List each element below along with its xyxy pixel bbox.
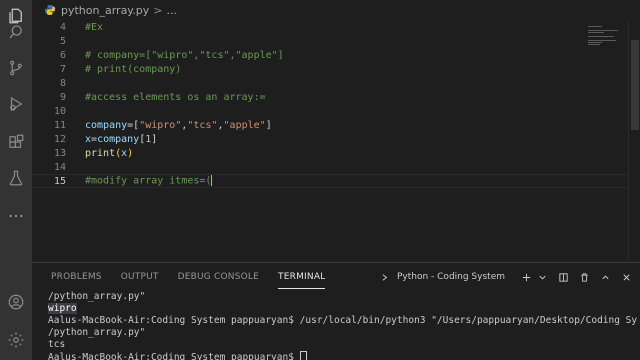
terminal-selector[interactable]: Python - Coding System: [381, 272, 505, 283]
tab-debug-console[interactable]: DEBUG CONSOLE: [178, 263, 259, 291]
chevron-down-icon: [539, 275, 546, 280]
terminal-line: /python_array.py": [48, 291, 146, 302]
code-line: 9 #access elements os an array:=: [32, 90, 628, 104]
close-panel-button[interactable]: [619, 270, 634, 285]
terminal-output[interactable]: /python_array.py" wipro Aalus-MacBook-Air:…: [48, 291, 638, 360]
line-number: 10: [53, 105, 66, 117]
split-terminal-button[interactable]: [556, 270, 571, 285]
kill-terminal-button[interactable]: [577, 270, 592, 285]
line-number: 11: [53, 119, 66, 131]
trash-icon: [581, 272, 588, 282]
line-number: 15: [53, 175, 66, 187]
line-number: 7: [59, 63, 66, 75]
code-text: # company=["wipro","tcs","apple"]: [85, 49, 284, 61]
code-line: 11 company=["wipro","tcs","apple"]: [32, 118, 628, 132]
code-line: 7 # print(company): [32, 62, 628, 76]
line-number: 6: [59, 49, 66, 61]
more-icon[interactable]: [6, 206, 26, 226]
run-debug-icon[interactable]: [6, 94, 26, 114]
code-line: 8: [32, 76, 628, 90]
code-line: 13 print(x): [32, 146, 628, 160]
terminal-python-icon: [382, 273, 388, 281]
new-terminal-button[interactable]: [519, 270, 534, 285]
terminal-line: wipro: [48, 303, 638, 315]
maximize-panel-button[interactable]: [598, 270, 613, 285]
terminal-cursor: [299, 351, 307, 360]
line-number: 13: [53, 147, 66, 159]
tab-terminal[interactable]: TERMINAL: [278, 263, 326, 291]
breadcrumb-symbols[interactable]: ...: [166, 4, 177, 17]
extensions-icon[interactable]: [6, 132, 26, 152]
tab-output[interactable]: OUTPUT: [121, 263, 159, 291]
panel-actions: Python - Coding System: [381, 263, 634, 291]
python-file-icon: [45, 5, 55, 15]
current-code-line: 15 #modify array itmes=(: [32, 174, 628, 188]
breadcrumb-separator: >: [153, 3, 163, 17]
split-icon: [559, 272, 568, 282]
line-number: 4: [59, 21, 66, 33]
code-line: 10: [32, 104, 628, 118]
close-icon: [623, 273, 630, 281]
search-icon[interactable]: [6, 22, 26, 42]
activity-bar: [0, 0, 32, 360]
code-text: x=company[1]: [85, 133, 158, 145]
breadcrumb: python_array.py > ...: [32, 0, 640, 20]
editor-scrollbar[interactable]: [628, 20, 640, 260]
code-text: company=["wipro","tcs","apple"]: [85, 119, 272, 131]
terminal-line: /python_array.py": [48, 327, 146, 338]
code-line: 4 #Ex: [32, 20, 628, 34]
terminal-prompt-line: Aalus-MacBook-Air:Coding System pappuary…: [48, 351, 638, 360]
code-text: # print(company): [85, 63, 182, 75]
code-line: 12 x=company[1]: [32, 132, 628, 146]
code-text: print(x): [85, 147, 134, 159]
line-number: 9: [59, 91, 66, 103]
text-cursor: [211, 175, 213, 187]
breadcrumb-file[interactable]: python_array.py: [61, 4, 149, 17]
settings-gear-icon[interactable]: [6, 330, 26, 350]
code-editor[interactable]: 4 #Ex 5 6 # company=["wipro","tcs","appl…: [32, 20, 628, 260]
code-line: 14: [32, 160, 628, 174]
plus-icon: [522, 273, 531, 281]
code-line: 5: [32, 34, 628, 48]
line-number: 8: [59, 77, 66, 89]
line-number: 14: [53, 161, 66, 173]
source-control-icon[interactable]: [6, 58, 26, 78]
terminal-selected-text: wipro: [48, 303, 77, 314]
code-text: #access elements os an array:=: [85, 91, 266, 103]
line-number: 5: [59, 35, 66, 47]
code-text: #Ex: [85, 21, 104, 33]
tab-problems[interactable]: PROBLEMS: [51, 263, 102, 291]
minimap[interactable]: [586, 20, 626, 260]
line-number: 12: [53, 133, 66, 145]
code-line: 6 # company=["wipro","tcs","apple"]: [32, 48, 628, 62]
account-icon[interactable]: [6, 292, 26, 312]
code-text: #modify array itmes=(: [85, 175, 213, 187]
scroll-thumb[interactable]: [631, 40, 639, 130]
testing-icon[interactable]: [6, 168, 26, 188]
bottom-panel: PROBLEMS OUTPUT DEBUG CONSOLE TERMINAL P…: [32, 262, 640, 360]
terminal-dropdown-button[interactable]: [535, 270, 550, 285]
terminal-line: tcs: [48, 339, 66, 350]
chevron-up-icon: [602, 274, 609, 279]
terminal-line: Aalus-MacBook-Air:Coding System pappuary…: [48, 315, 638, 326]
terminal-selector-label: Python - Coding System: [396, 272, 505, 282]
